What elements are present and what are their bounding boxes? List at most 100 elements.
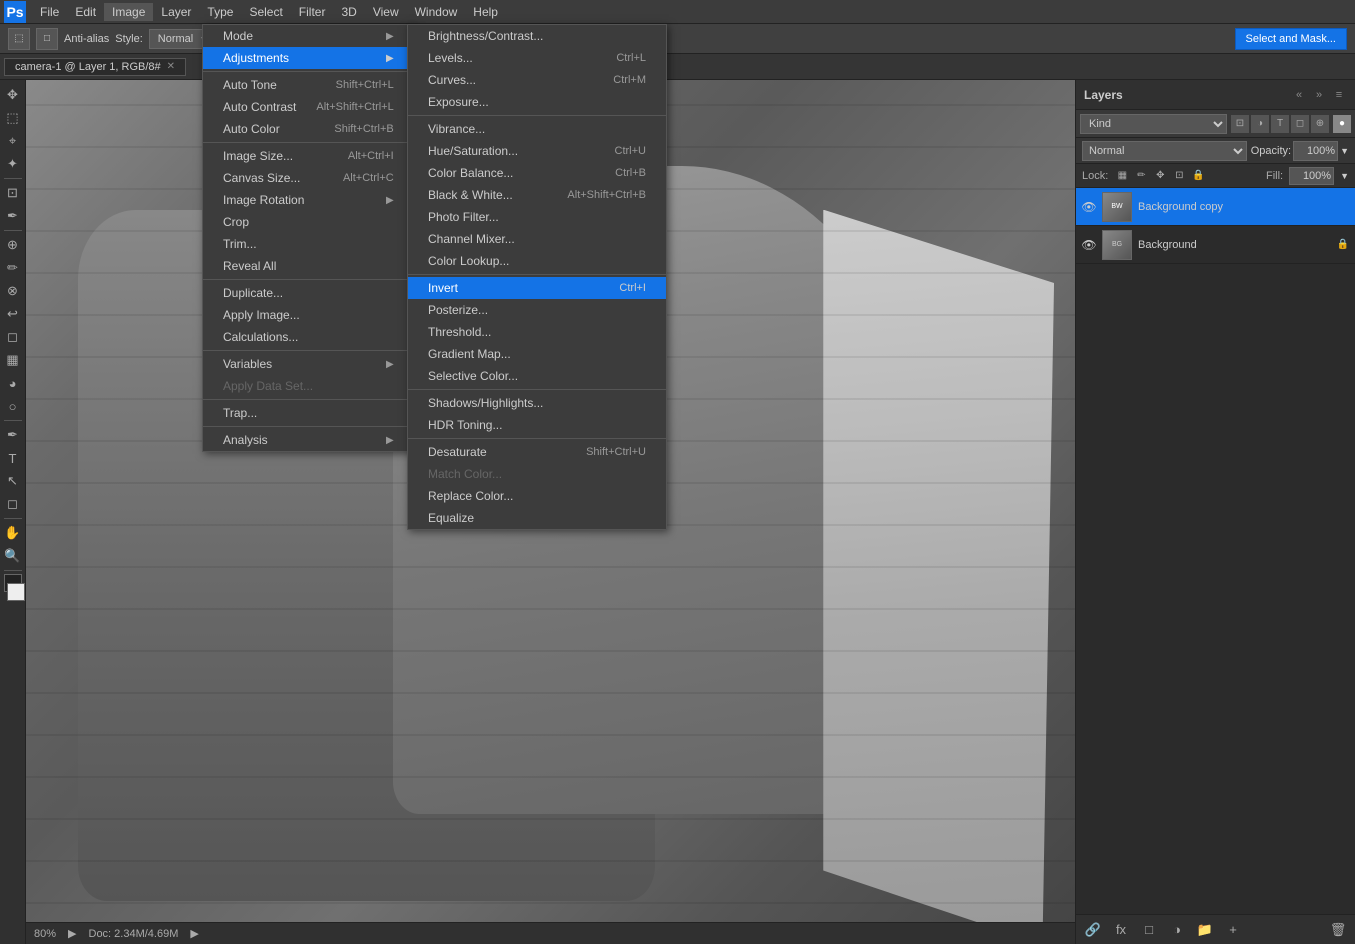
menu-file[interactable]: File	[32, 3, 67, 21]
panel-menu[interactable]: ≡	[1331, 87, 1347, 103]
menu-select[interactable]: Select	[241, 3, 290, 21]
adj-equalize[interactable]: Equalize	[408, 507, 666, 529]
menu-view[interactable]: View	[365, 3, 407, 21]
adj-replace-color[interactable]: Replace Color...	[408, 485, 666, 507]
menu-image-size[interactable]: Image Size... Alt+Ctrl+I	[203, 145, 414, 167]
filter-shape-icon[interactable]: ◻	[1291, 115, 1309, 133]
adj-selective-color[interactable]: Selective Color...	[408, 365, 666, 387]
adj-hue-saturation[interactable]: Hue/Saturation... Ctrl+U	[408, 140, 666, 162]
lock-artboard-icon[interactable]: ⊡	[1171, 168, 1187, 184]
adj-black-white[interactable]: Black & White... Alt+Shift+Ctrl+B	[408, 184, 666, 206]
menu-image-rotation[interactable]: Image Rotation ▶	[203, 189, 414, 211]
filter-type-icon[interactable]: T	[1271, 115, 1289, 133]
link-layers-button[interactable]: 🔗	[1082, 919, 1104, 941]
tab-close-button[interactable]: ✕	[167, 61, 175, 72]
menu-reveal-all[interactable]: Reveal All	[203, 255, 414, 277]
adj-color-lookup[interactable]: Color Lookup...	[408, 250, 666, 272]
lock-position-icon[interactable]: ✥	[1152, 168, 1168, 184]
nav-arrow[interactable]: ▶	[190, 927, 198, 940]
menu-layer[interactable]: Layer	[153, 3, 199, 21]
history-tool[interactable]: ↩	[2, 303, 24, 325]
panel-collapse-right[interactable]: »	[1311, 87, 1327, 103]
adj-invert[interactable]: Invert Ctrl+I	[408, 277, 666, 299]
opacity-input[interactable]	[1293, 141, 1338, 161]
menu-3d[interactable]: 3D	[333, 3, 364, 21]
fill-arrow[interactable]: ▼	[1340, 171, 1349, 181]
menu-crop[interactable]: Crop	[203, 211, 414, 233]
healing-tool[interactable]: ⊕	[2, 234, 24, 256]
zoom-tool[interactable]: 🔍	[2, 545, 24, 567]
new-group-button[interactable]: 📁	[1194, 919, 1216, 941]
adj-photo-filter[interactable]: Photo Filter...	[408, 206, 666, 228]
crop-tool[interactable]: ⊡	[2, 182, 24, 204]
adj-exposure[interactable]: Exposure...	[408, 91, 666, 113]
adj-levels[interactable]: Levels... Ctrl+L	[408, 47, 666, 69]
menu-window[interactable]: Window	[407, 3, 466, 21]
delete-layer-button[interactable]: 🗑	[1327, 919, 1349, 941]
eyedropper-tool[interactable]: ✒	[2, 205, 24, 227]
lock-image-icon[interactable]: ✏	[1133, 168, 1149, 184]
menu-trim[interactable]: Trim...	[203, 233, 414, 255]
fill-input[interactable]	[1289, 167, 1334, 185]
menu-filter[interactable]: Filter	[291, 3, 334, 21]
panel-collapse-left[interactable]: «	[1291, 87, 1307, 103]
menu-analysis[interactable]: Analysis ▶	[203, 429, 414, 451]
filter-smart-icon[interactable]: ⊕	[1311, 115, 1329, 133]
menu-mode[interactable]: Mode ▶	[203, 25, 414, 47]
marquee-tool[interactable]: ⬚	[2, 107, 24, 129]
hand-tool[interactable]: ✋	[2, 522, 24, 544]
gradient-tool[interactable]: ▦	[2, 349, 24, 371]
adj-brightness-contrast[interactable]: Brightness/Contrast...	[408, 25, 666, 47]
select-mask-button[interactable]: Select and Mask...	[1235, 28, 1348, 50]
blur-tool[interactable]: ◕	[2, 372, 24, 394]
path-select-tool[interactable]: ↖	[2, 470, 24, 492]
layer-item[interactable]: 👁 BG Background 🔒	[1076, 226, 1355, 264]
new-adjustment-button[interactable]: ◑	[1166, 919, 1188, 941]
adj-channel-mixer[interactable]: Channel Mixer...	[408, 228, 666, 250]
adj-vibrance[interactable]: Vibrance...	[408, 118, 666, 140]
menu-variables[interactable]: Variables ▶	[203, 353, 414, 375]
wand-tool[interactable]: ✦	[2, 153, 24, 175]
menu-apply-data-set[interactable]: Apply Data Set...	[203, 375, 414, 397]
adj-posterize[interactable]: Posterize...	[408, 299, 666, 321]
brush-tool[interactable]: ✏	[2, 257, 24, 279]
menu-image[interactable]: Image	[104, 3, 153, 21]
menu-edit[interactable]: Edit	[67, 3, 104, 21]
filter-pixel-icon[interactable]: ⊡	[1231, 115, 1249, 133]
move-tool[interactable]: ✥	[2, 84, 24, 106]
menu-type[interactable]: Type	[199, 3, 241, 21]
document-tab[interactable]: camera-1 @ Layer 1, RGB/8# ✕	[4, 58, 186, 76]
adj-shadows-highlights[interactable]: Shadows/Highlights...	[408, 392, 666, 414]
opacity-arrow[interactable]: ▼	[1340, 146, 1349, 156]
menu-canvas-size[interactable]: Canvas Size... Alt+Ctrl+C	[203, 167, 414, 189]
menu-auto-contrast[interactable]: Auto Contrast Alt+Shift+Ctrl+L	[203, 96, 414, 118]
pen-tool[interactable]: ✒	[2, 424, 24, 446]
new-layer-button[interactable]: +	[1222, 919, 1244, 941]
adj-threshold[interactable]: Threshold...	[408, 321, 666, 343]
menu-auto-tone[interactable]: Auto Tone Shift+Ctrl+L	[203, 74, 414, 96]
adj-gradient-map[interactable]: Gradient Map...	[408, 343, 666, 365]
lasso-tool[interactable]: ⌖	[2, 130, 24, 152]
adj-color-balance[interactable]: Color Balance... Ctrl+B	[408, 162, 666, 184]
lock-all-icon[interactable]: 🔒	[1190, 168, 1206, 184]
menu-apply-image[interactable]: Apply Image...	[203, 304, 414, 326]
lock-transparent-icon[interactable]: ▦	[1114, 168, 1130, 184]
text-tool[interactable]: T	[2, 447, 24, 469]
blend-mode-select[interactable]: Normal	[1082, 141, 1247, 161]
status-arrow[interactable]: ▶	[68, 927, 76, 940]
filter-toggle[interactable]: ●	[1333, 115, 1351, 133]
background-color[interactable]	[7, 583, 25, 601]
adj-hdr-toning[interactable]: HDR Toning...	[408, 414, 666, 436]
menu-duplicate[interactable]: Duplicate...	[203, 282, 414, 304]
filter-adj-icon[interactable]: ◑	[1251, 115, 1269, 133]
add-mask-button[interactable]: □	[1138, 919, 1160, 941]
dodge-tool[interactable]: ○	[2, 395, 24, 417]
adj-curves[interactable]: Curves... Ctrl+M	[408, 69, 666, 91]
layer-filter-select[interactable]: Kind	[1080, 114, 1227, 134]
layer-item[interactable]: 👁 BW Background copy	[1076, 188, 1355, 226]
layer-visibility-toggle[interactable]: 👁	[1082, 200, 1096, 214]
eraser-tool[interactable]: ◻	[2, 326, 24, 348]
menu-trap[interactable]: Trap...	[203, 402, 414, 424]
menu-adjustments[interactable]: Adjustments ▶	[203, 47, 414, 69]
adj-desaturate[interactable]: Desaturate Shift+Ctrl+U	[408, 441, 666, 463]
